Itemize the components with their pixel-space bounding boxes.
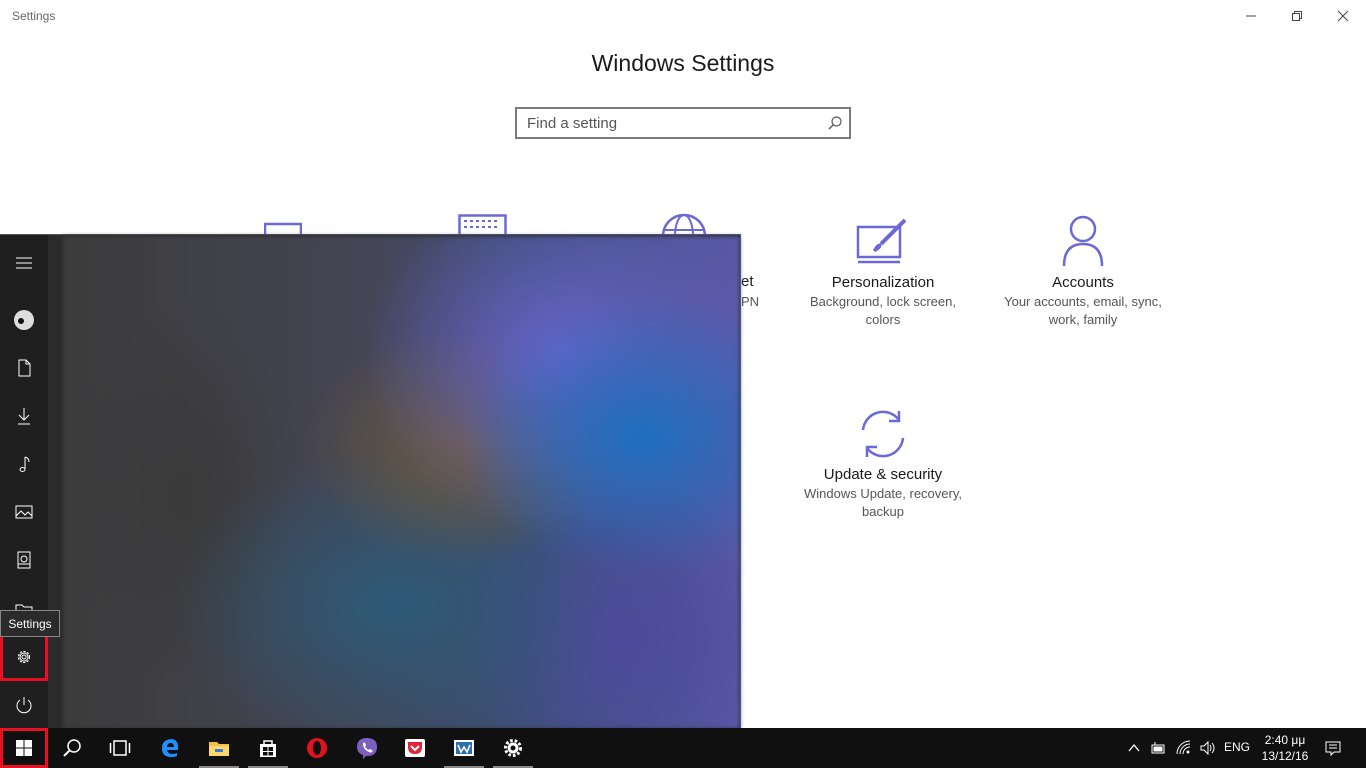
close-button[interactable] [1320,0,1366,32]
restore-button[interactable] [1274,0,1320,32]
opera-icon [307,738,327,758]
battery-icon [1151,742,1165,754]
pocket-button[interactable] [391,728,439,768]
wps-icon [454,740,474,756]
power-button[interactable] [0,681,48,729]
chevron-up-icon [1128,743,1140,752]
personalization-icon [856,218,907,264]
tile-title: Update & security [823,466,943,483]
network-title-fragment: et [741,273,754,290]
tile-update-security[interactable]: Update & security Windows Update, recove… [793,406,973,521]
tile-description: Windows Update, recovery, backup [804,486,962,519]
music-button[interactable] [0,440,48,488]
power-icon [16,697,32,714]
music-icon [19,456,30,472]
clock[interactable]: 2:40 μμ 13/12/16 [1258,732,1312,764]
tile-accounts[interactable]: Accounts Your accounts, email, sync, wor… [993,214,1173,329]
search-icon [63,739,81,757]
hamburger-icon [16,257,32,269]
pictures-icon [15,505,33,519]
downloads-button[interactable] [0,392,48,440]
wifi-icon [1176,740,1191,755]
action-center-button[interactable] [1323,738,1343,758]
videos-button[interactable] [0,536,48,584]
edge-icon [162,739,178,757]
action-center-icon [1325,741,1341,756]
settings-tooltip: Settings [0,610,60,637]
settings-icon [504,739,522,757]
taskbar: ENG 2:40 μμ 13/12/16 [0,728,1366,768]
wps-button[interactable] [440,728,488,768]
tile-personalization[interactable]: Personalization Background, lock screen,… [793,214,973,329]
downloads-icon [18,408,30,425]
pictures-button[interactable] [0,488,48,536]
file-explorer-icon [209,742,229,756]
store-icon [260,740,276,757]
system-icon [264,222,302,234]
user-avatar-icon [14,310,34,330]
viber-button[interactable] [343,728,391,768]
devices-icon [458,214,507,234]
start-icon [16,740,32,756]
documents-button[interactable] [0,344,48,392]
start-menu [0,234,741,729]
settings-icon [17,650,31,664]
tile-description: Background, lock screen, colors [810,294,956,327]
search-box[interactable] [515,107,851,139]
tile-title: Personalization [831,274,935,291]
search-icon[interactable] [827,115,843,131]
volume-button[interactable] [1198,738,1218,758]
battery-button[interactable] [1148,738,1168,758]
window-title: Settings [12,9,56,23]
clock-date: 13/12/16 [1261,749,1309,763]
documents-icon [18,359,31,377]
clock-time: 2:40 μμ [1264,733,1306,747]
start-menu-rail [0,235,48,729]
show-hidden-icons-button[interactable] [1124,738,1144,758]
network-tray-button[interactable] [1174,738,1194,758]
tile-description: Your accounts, email, sync, work, family [1004,294,1162,327]
expand-menu-button[interactable] [0,239,48,287]
update-security-icon [861,410,905,458]
task-view-button[interactable] [96,728,144,768]
videos-icon [17,551,31,569]
minimize-icon [1246,15,1256,17]
start-button[interactable] [0,728,48,768]
search-input[interactable] [517,109,817,137]
accounts-icon [1062,215,1104,267]
user-account-button[interactable] [0,296,48,344]
edge-button[interactable] [146,728,194,768]
network-icon [661,213,707,234]
minimize-button[interactable] [1228,0,1274,32]
taskbar-search-button[interactable] [48,728,96,768]
title-bar: Settings [0,0,1366,32]
tile-title: Accounts [1052,274,1114,291]
pocket-icon [405,739,425,757]
store-button[interactable] [244,728,292,768]
start-tiles-area [63,236,740,729]
network-desc-fragment: PN [741,294,760,309]
input-language-indicator[interactable]: ENG [1224,740,1250,754]
page-title: Windows Settings [591,50,775,76]
settings-taskbar-button[interactable] [489,728,537,768]
close-icon [1337,10,1349,22]
task-view-icon [109,740,131,756]
settings-button[interactable] [0,633,48,681]
restore-icon [1292,11,1302,21]
file-explorer-taskbar-button[interactable] [195,728,243,768]
opera-button[interactable] [293,728,341,768]
volume-icon [1200,740,1215,756]
viber-icon [357,738,377,759]
